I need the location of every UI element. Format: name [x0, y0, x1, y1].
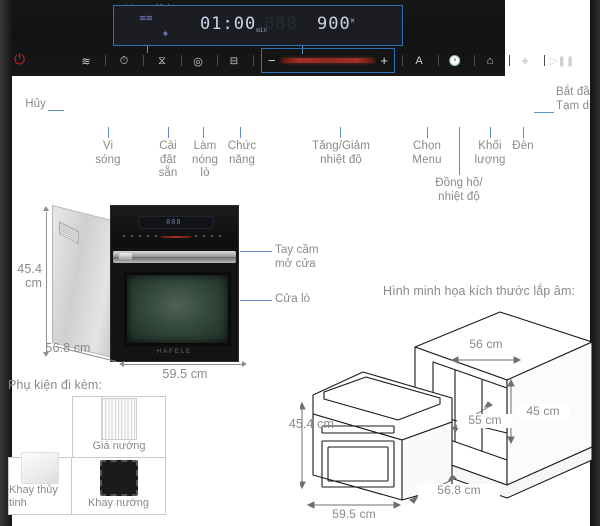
divider — [402, 55, 403, 66]
minus-icon[interactable]: − — [268, 53, 276, 68]
microwave-icon[interactable]: ≋ — [78, 50, 94, 72]
oven-door-glass — [124, 272, 231, 346]
callout-clock-temp: Đồng hồ/ nhiệt độ — [435, 177, 483, 203]
glass-tray-icon — [9, 452, 71, 484]
baking-tray-icon — [72, 458, 165, 497]
leader-temp — [340, 127, 341, 138]
dim-width-arrow-right — [242, 361, 247, 367]
plus-icon[interactable]: + — [380, 53, 388, 68]
panel-icon-row[interactable]: ⏻ ≋ ⏱ ⧖ ◎ ⊟ − + A 🕐 ⌂ ♠ ▷❚❚ — [12, 48, 590, 73]
leader-clock-temp — [459, 127, 460, 175]
wire-rack-icon — [73, 397, 165, 440]
lamp-icon[interactable]: ♠ — [517, 50, 533, 72]
oven-mini-display-text: 888 — [166, 218, 182, 226]
function-icon[interactable]: ⊟ — [226, 50, 242, 72]
handle-knob — [119, 253, 132, 261]
dim-oven-height: 45.4 cm — [17, 262, 42, 290]
oven-brand-logo: HAFELE — [156, 349, 193, 355]
leader-lamp — [523, 127, 524, 138]
callout-door-handle: Tay cầm mở cửa — [275, 244, 319, 270]
bell-icon: ♠ — [163, 28, 168, 38]
display-power-value: 900 — [317, 14, 351, 34]
divider — [509, 55, 510, 66]
dim-oven-depth: 56.8 cm — [45, 341, 91, 355]
oven-back-casing — [52, 205, 116, 359]
accessory-label: Khay thủy tinh — [9, 484, 58, 509]
control-panel[interactable]: ≋≋ ♠ 888 01:00min 900W ⏻ ≋ ⏱ ⧖ ◎ ⊟ − + A… — [0, 0, 574, 76]
accessory-cell-glass-tray: Khay thủy tinh — [8, 452, 72, 515]
display-power-unit: W — [350, 17, 356, 25]
oven-vent — [59, 221, 79, 245]
divider — [438, 55, 439, 66]
leader-weight — [490, 127, 491, 138]
hourglass-preset-icon[interactable]: ⧖ — [154, 50, 170, 72]
oven-door-handle — [113, 251, 236, 263]
callout-temp-updown: Tăng/Giảm nhiệt độ — [312, 140, 370, 166]
leader-function — [240, 127, 241, 138]
divider — [253, 55, 254, 66]
divider — [105, 55, 106, 66]
display-power: 900W — [317, 14, 355, 34]
accessory-label: Khay nướng — [87, 497, 150, 509]
leader-microwave — [108, 127, 109, 138]
temperature-slider[interactable]: − + — [261, 48, 395, 73]
dim-cabinet-depth: 55 cm — [457, 413, 513, 428]
leader-preset — [168, 127, 169, 138]
dim-height-arrow-top — [43, 206, 49, 211]
leader-oven-door — [240, 300, 272, 301]
microwave-wave-icon: ≋≋ — [139, 13, 153, 23]
callout-function: Chức năng — [227, 140, 257, 166]
dim-cabinet-height: 45 cm — [516, 404, 570, 419]
divider — [181, 55, 182, 66]
dim-oven-width: 59.5 cm — [162, 367, 208, 381]
leader-preheat — [203, 127, 204, 138]
accessory-cell-baking-tray: Khay nướng — [71, 457, 166, 515]
dim-cabinet-width: 56 cm — [456, 337, 516, 352]
oven-front: 888 HAFELE — [110, 205, 239, 362]
oven-product-image: 888 HAFELE — [52, 205, 239, 362]
display-ghost-segments: 888 — [264, 14, 298, 34]
divider — [474, 55, 475, 66]
callout-menu-select: Chọn Menu — [412, 140, 442, 166]
callout-microwave: Vi sóng — [95, 140, 121, 166]
display-time-unit: min — [256, 27, 268, 34]
dim-install-oven-width: 59.5 cm — [332, 507, 376, 521]
oven-control-bezel: 888 — [111, 206, 238, 248]
callout-preset: Cài đặt sẵn — [158, 140, 178, 179]
leader-menu — [427, 127, 428, 138]
leader-door-handle — [240, 251, 272, 252]
accessory-cell-rack: Giá nướng — [72, 396, 166, 458]
accessories-title: Phụ kiện đi kèm: — [8, 378, 103, 392]
display-time: 01:00min — [200, 14, 267, 34]
oven-mini-display: 888 — [139, 216, 213, 229]
clock-thermometer-icon[interactable]: 🕐 — [446, 50, 464, 72]
divider — [544, 55, 545, 66]
install-diagram: 56 cm 55 cm 45 cm 59.5 cm 56.8 cm — [300, 300, 592, 522]
start-pause-icon[interactable]: ▷❚❚ — [550, 50, 574, 72]
dim-width-arrow-left — [119, 361, 124, 367]
divider — [143, 55, 144, 66]
timer-childlock-icon[interactable]: ⏱ — [116, 50, 132, 72]
dim-height-line — [46, 212, 47, 352]
dim-install-oven-depth: 56.8 cm — [418, 483, 500, 498]
leader-start-pause — [534, 112, 554, 113]
display-time-value: 01:00 — [200, 14, 257, 34]
oven-mini-icon-row — [123, 234, 227, 239]
accessories-table: Giá nướng Khay thủy tinh Khay nướng — [8, 396, 190, 516]
accessory-label: Giá nướng — [92, 440, 146, 452]
callout-lamp: Đèn — [512, 140, 534, 152]
weight-icon[interactable]: ⌂ — [482, 50, 498, 72]
oven-display: ≋≋ ♠ 888 01:00min 900W — [113, 5, 403, 46]
install-diagram-title: Hình minh họa kích thước lắp âm: — [383, 284, 576, 298]
power-icon[interactable]: ⏻ — [12, 52, 27, 67]
dim-install-oven-height: 45.4 cm — [288, 417, 334, 431]
divider — [217, 55, 218, 66]
dim-width-line — [124, 364, 242, 365]
leader-cancel — [48, 110, 64, 111]
callout-preheat: Làm nóng lò — [192, 140, 218, 179]
preheat-icon[interactable]: ◎ — [190, 50, 206, 72]
slider-track[interactable] — [281, 58, 375, 63]
menu-a-icon[interactable]: A — [411, 50, 427, 72]
